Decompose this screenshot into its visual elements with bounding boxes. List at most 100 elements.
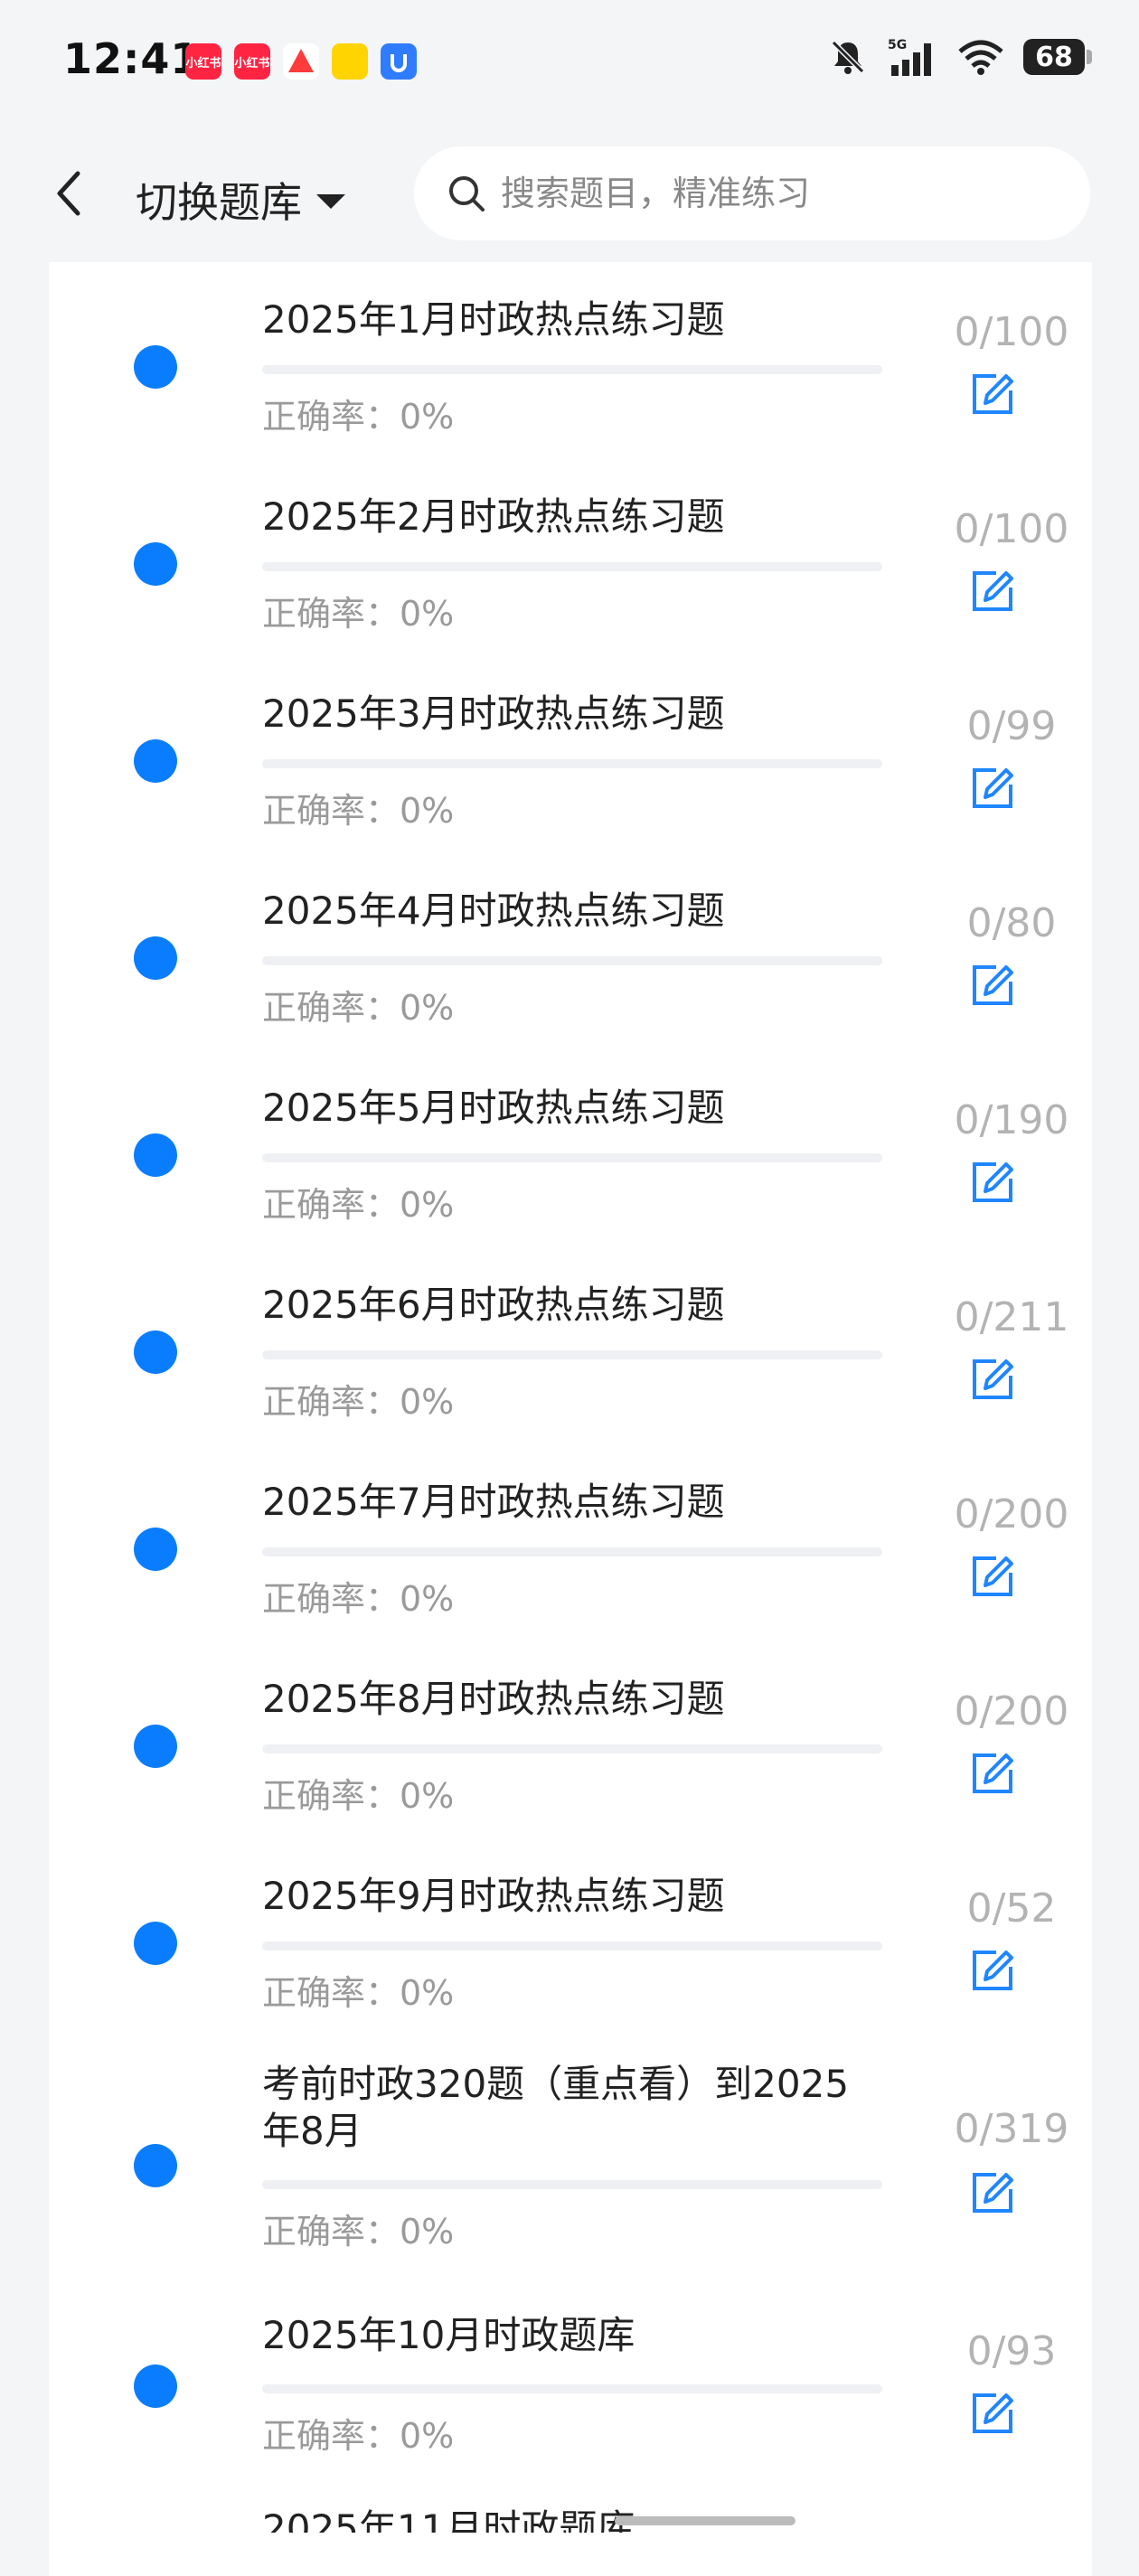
switch-question-bank-button[interactable]: 切换题库	[136, 170, 345, 230]
progress-count: 0/80	[966, 900, 1057, 946]
edit-icon[interactable]	[965, 1549, 1020, 1603]
item-title: 2025年5月时政热点练习题	[262, 1086, 725, 1130]
progress-count: 0/190	[954, 1097, 1069, 1143]
system-icons: 5G 68	[828, 36, 1092, 78]
search-bar[interactable]	[414, 146, 1090, 240]
list-item[interactable]: 2025年9月时政热点练习题 正确率：0% 0/52	[49, 1838, 1092, 2035]
item-title: 2025年3月时政热点练习题	[262, 691, 725, 736]
search-input[interactable]	[499, 173, 1063, 214]
accuracy-text: 正确率：0%	[262, 1579, 455, 1619]
svg-text:5G: 5G	[888, 38, 907, 52]
status-dot	[134, 542, 177, 586]
status-dot	[134, 1330, 177, 1374]
app-icon	[381, 43, 417, 80]
item-title: 2025年8月时政热点练习题	[262, 1677, 725, 1721]
item-title: 2025年4月时政热点练习题	[262, 888, 725, 933]
app-icon	[332, 43, 368, 80]
accuracy-text: 正确率：0%	[262, 1776, 455, 1816]
progress-bar	[262, 759, 882, 768]
edit-icon[interactable]	[965, 1155, 1020, 1209]
list-item[interactable]: 2025年5月时政热点练习题 正确率：0% 0/190	[49, 1050, 1092, 1247]
status-dot	[134, 1725, 177, 1768]
list-item[interactable]: 2025年8月时政热点练习题 正确率：0% 0/200	[49, 1641, 1092, 1838]
edit-icon[interactable]	[965, 958, 1020, 1012]
status-dot	[134, 1133, 177, 1177]
item-title: 2025年1月时政热点练习题	[262, 297, 725, 342]
edit-icon[interactable]	[965, 367, 1020, 421]
accuracy-text: 正确率：0%	[262, 1382, 455, 1422]
edit-icon[interactable]	[965, 1352, 1020, 1406]
accuracy-text: 正确率：0%	[262, 988, 455, 1028]
progress-bar	[262, 1941, 882, 1951]
notification-app-icons: 小红书 小红书	[185, 43, 417, 80]
top-bar: 切换题库	[0, 127, 1139, 262]
progress-count: 0/100	[954, 506, 1069, 552]
accuracy-text: 正确率：0%	[262, 397, 455, 437]
progress-bar	[262, 1744, 882, 1753]
progress-count: 0/200	[954, 1491, 1069, 1537]
item-title: 2025年6月时政热点练习题	[262, 1283, 725, 1327]
accuracy-text: 正确率：0%	[262, 2416, 455, 2456]
list-item[interactable]: 2025年4月时政热点练习题 正确率：0% 0/80	[49, 853, 1092, 1050]
question-bank-list: 2025年1月时政热点练习题 正确率：0% 0/100 2025年2月时政热点练…	[49, 262, 1092, 2576]
list-item[interactable]: 2025年3月时政热点练习题 正确率：0% 0/99	[49, 656, 1092, 853]
caret-down-icon	[316, 194, 345, 209]
item-title: 考前时政320题（重点看）到2025年8月	[262, 2062, 850, 2153]
back-arrow-icon[interactable]	[47, 166, 92, 221]
progress-bar	[262, 1350, 882, 1359]
edit-icon[interactable]	[965, 1943, 1020, 1998]
accuracy-text: 正确率：0%	[262, 594, 455, 634]
list-item[interactable]: 2025年6月时政热点练习题 正确率：0% 0/211	[49, 1247, 1092, 1444]
accuracy-text: 正确率：0%	[262, 2212, 455, 2252]
accuracy-text: 正确率：0%	[262, 1185, 455, 1225]
progress-count: 0/211	[954, 1294, 1069, 1340]
progress-count: 0/319	[954, 2106, 1069, 2152]
xiaohongshu-icon: 小红书	[185, 43, 221, 80]
list-item[interactable]: 考前时政320题（重点看）到2025年8月 正确率：0% 0/319	[49, 2035, 1092, 2281]
list-item[interactable]: 2025年11月时政题库	[49, 2478, 1092, 2533]
xiaohongshu-icon: 小红书	[234, 43, 270, 80]
edit-icon[interactable]	[965, 2166, 1020, 2220]
status-dot	[134, 2144, 177, 2187]
progress-count: 0/99	[966, 703, 1057, 749]
progress-count: 0/93	[966, 2328, 1057, 2374]
wifi-icon	[958, 40, 1003, 75]
status-dot	[134, 345, 177, 389]
app-icon	[283, 43, 319, 80]
list-item[interactable]: 2025年2月时政热点练习题 正确率：0% 0/100	[49, 459, 1092, 656]
status-time: 12:41	[63, 34, 201, 83]
edit-icon[interactable]	[965, 2386, 1020, 2440]
progress-count: 0/100	[954, 309, 1069, 355]
status-dot	[134, 1922, 177, 1965]
list-item[interactable]: 2025年1月时政热点练习题 正确率：0% 0/100	[49, 262, 1092, 459]
home-indicator[interactable]	[615, 2516, 795, 2525]
progress-bar	[262, 1153, 882, 1162]
signal-5g-icon: 5G	[888, 38, 931, 76]
status-dot	[134, 936, 177, 980]
edit-icon[interactable]	[965, 564, 1020, 618]
progress-count: 0/200	[954, 1688, 1069, 1735]
progress-bar	[262, 2384, 882, 2393]
status-bar: 12:41 小红书 小红书 5G 68	[0, 0, 1139, 127]
edit-icon[interactable]	[965, 761, 1020, 815]
search-icon	[449, 176, 485, 212]
status-dot	[134, 1528, 177, 1571]
progress-bar	[262, 2180, 882, 2189]
accuracy-text: 正确率：0%	[262, 791, 455, 831]
accuracy-text: 正确率：0%	[262, 1973, 455, 2013]
item-title: 2025年2月时政热点练习题	[262, 494, 725, 539]
list-item[interactable]: 2025年10月时政题库 正确率：0% 0/93	[49, 2281, 1092, 2478]
item-title: 2025年7月时政热点练习题	[262, 1480, 725, 1524]
progress-bar	[262, 956, 882, 965]
progress-bar	[262, 365, 882, 374]
battery-indicator: 68	[1023, 39, 1092, 75]
bell-muted-icon	[831, 40, 865, 74]
item-title: 2025年10月时政题库	[262, 2313, 635, 2357]
edit-icon[interactable]	[965, 1746, 1020, 1800]
item-title: 2025年11月时政题库	[262, 2506, 635, 2533]
status-dot	[134, 739, 177, 783]
item-title: 2025年9月时政热点练习题	[262, 1874, 725, 1918]
list-item[interactable]: 2025年7月时政热点练习题 正确率：0% 0/200	[49, 1444, 1092, 1641]
progress-bar	[262, 1547, 882, 1556]
status-dot	[134, 2364, 177, 2408]
